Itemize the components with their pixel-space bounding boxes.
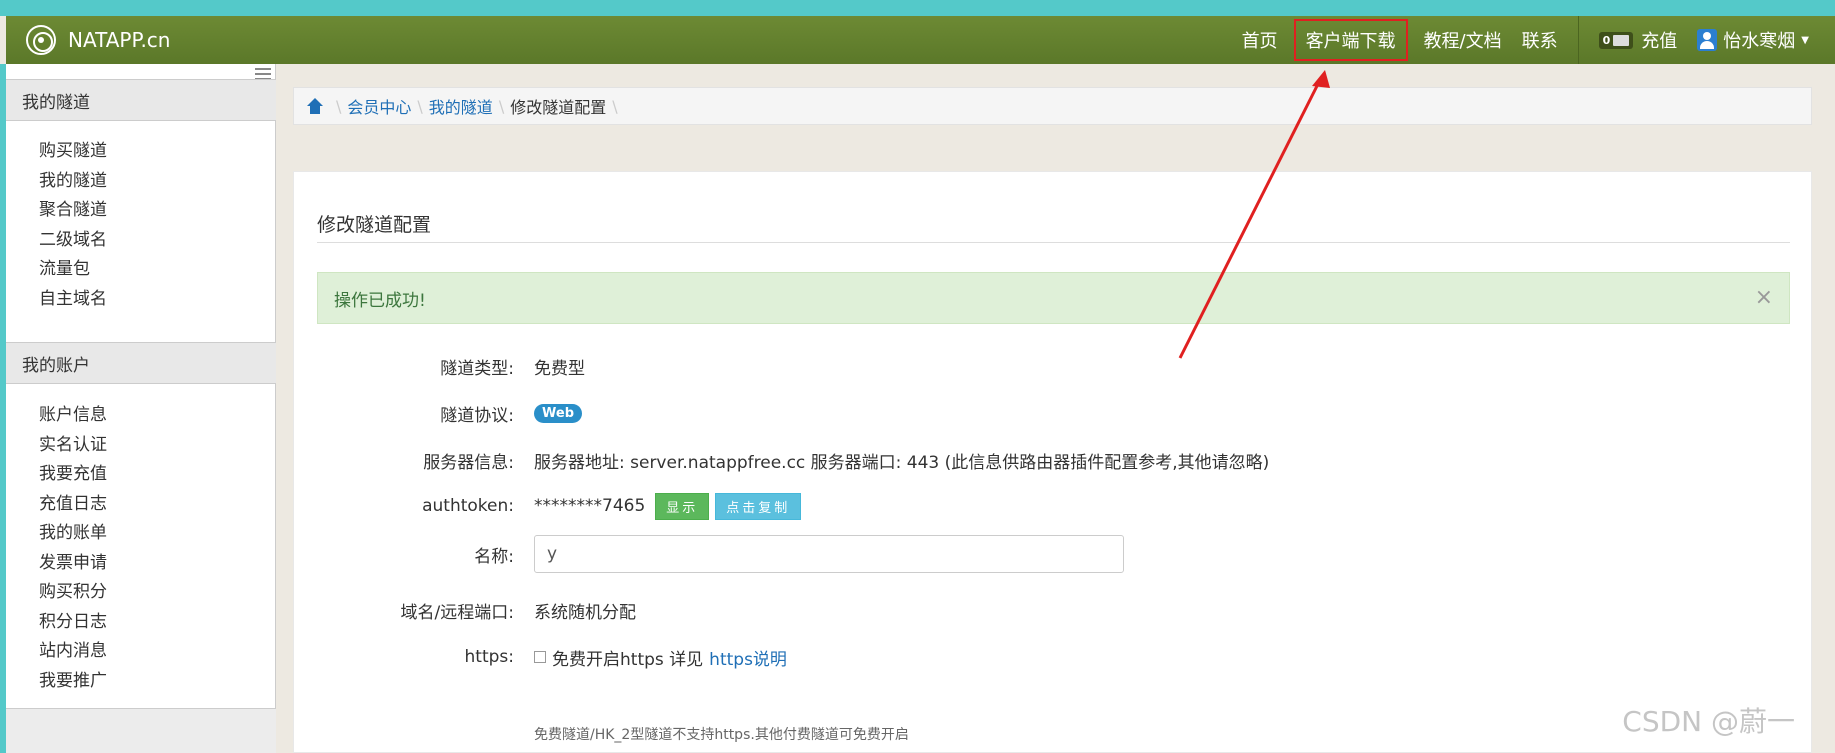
home-icon[interactable] [306, 98, 324, 114]
sidebar: 我的隧道 购买隧道 我的隧道 聚合隧道 二级域名 流量包 自主域名 我的账户 账… [6, 64, 276, 753]
user-menu[interactable]: 怡水寒烟 ▼ [1687, 16, 1835, 64]
protocol-badge: Web [534, 403, 582, 423]
breadcrumb-current: 修改隧道配置 [510, 98, 607, 117]
sidebar-section-account[interactable]: 我的账户 [6, 342, 276, 384]
watermark: CSDN @蔚一 [1622, 705, 1795, 738]
https-checkbox[interactable] [534, 651, 546, 663]
form-row-https: https: 免费开启https 详见 https说明 [294, 637, 1813, 677]
nav-recharge[interactable]: 0 充值 [1589, 16, 1688, 64]
form-row-domain: 域名/远程端口: 系统随机分配 [294, 590, 1813, 630]
authtoken-value-wrap: ********7465 显示 点击复制 [534, 492, 802, 520]
arrow-head [1312, 70, 1330, 88]
sidebar-item-points-log[interactable]: 积分日志 [39, 605, 107, 635]
sidebar-item-aggregate-tunnel[interactable]: 聚合隧道 [39, 193, 107, 223]
server-info: 服务器地址: server.natappfree.cc 服务器端口: 443 (… [534, 452, 1270, 473]
protocol-value-wrap: Web [534, 403, 582, 423]
sidebar-item-recharge[interactable]: 我要充值 [39, 457, 107, 487]
sidebar-item-traffic-pack[interactable]: 流量包 [39, 252, 107, 282]
envelope-icon [1613, 34, 1630, 46]
sidebar-account-list: 账户信息 实名认证 我要充值 充值日志 我的账单 发票申请 购买积分 积分日志 … [39, 398, 107, 693]
sidebar-tunnel-list: 购买隧道 我的隧道 聚合隧道 二级域名 流量包 自主域名 [39, 134, 107, 311]
sidebar-footer [6, 708, 276, 753]
nav-items: 首页 客户端下载 教程/文档 联系 0 充值 怡水寒烟 ▼ [1232, 16, 1835, 64]
copy-token-button[interactable]: 点击复制 [715, 492, 802, 520]
close-icon[interactable]: × [1755, 285, 1773, 310]
nav-docs[interactable]: 教程/文档 [1414, 16, 1512, 64]
server-label: 服务器信息: [423, 452, 514, 473]
mail-badge[interactable]: 0 [1598, 31, 1634, 49]
nav-home[interactable]: 首页 [1232, 16, 1288, 64]
top-navbar: NATAPP.cn 首页 客户端下载 教程/文档 联系 0 充值 怡水寒烟 ▼ [6, 16, 1835, 64]
breadcrumb-member-center[interactable]: 会员中心 [347, 94, 411, 118]
form-row-protocol: 隧道协议: Web [294, 393, 1813, 433]
alert-message: 操作已成功! [334, 290, 426, 311]
https-text: 免费开启https 详见 [552, 649, 704, 670]
sidebar-item-bills[interactable]: 我的账单 [39, 516, 107, 546]
form-row-name: 名称: [294, 534, 1813, 574]
breadcrumb-separator: \ [336, 96, 342, 116]
breadcrumb-separator: \ [498, 96, 505, 116]
mail-count: 0 [1602, 33, 1611, 47]
domain-value: 系统随机分配 [534, 602, 636, 623]
show-token-button[interactable]: 显示 [655, 492, 710, 520]
sidebar-section-tunnels[interactable]: 我的隧道 [6, 79, 276, 121]
sidebar-item-invoice[interactable]: 发票申请 [39, 546, 107, 576]
form-row-tunnel-type: 隧道类型: 免费型 [294, 346, 1813, 386]
domain-label: 域名/远程端口: [400, 602, 514, 623]
recharge-label: 充值 [1641, 31, 1678, 52]
name-field-wrap [534, 535, 1124, 573]
breadcrumb-separator: \ [612, 96, 618, 116]
breadcrumb-separator: \ [417, 96, 423, 116]
breadcrumb: \ 会员中心 \ 我的隧道 \ 修改隧道配置 \ [293, 87, 1812, 125]
sidebar-item-referral[interactable]: 我要推广 [39, 664, 107, 694]
nav-contact[interactable]: 联系 [1512, 16, 1568, 64]
https-label: https: [464, 647, 514, 667]
caret-down-icon: ▼ [1801, 34, 1809, 46]
sidebar-item-account-info[interactable]: 账户信息 [39, 398, 107, 428]
breadcrumb-my-tunnels[interactable]: 我的隧道 [429, 94, 493, 118]
sidebar-item-custom-domain[interactable]: 自主域名 [39, 282, 107, 312]
main-panel: 修改隧道配置 操作已成功! × 隧道类型: 免费型 隧道协议: Web 服务器信… [293, 171, 1812, 753]
page-title: 修改隧道配置 [317, 214, 432, 236]
form-row-authtoken: authtoken: ********7465 显示 点击复制 [294, 486, 1813, 526]
sidebar-item-my-tunnels[interactable]: 我的隧道 [39, 164, 107, 194]
user-name: 怡水寒烟 [1723, 31, 1796, 52]
authtoken-value: ********7465 [534, 496, 646, 516]
tunnel-type-label: 隧道类型: [440, 358, 514, 379]
form-row-server: 服务器信息: 服务器地址: server.natappfree.cc 服务器端口… [294, 440, 1813, 480]
natapp-logo-icon [26, 25, 56, 55]
title-divider [317, 242, 1790, 243]
authtoken-label: authtoken: [422, 496, 514, 516]
tunnel-type-value: 免费型 [534, 358, 585, 379]
https-help-text: 免费隧道/HK_2型隧道不支持https.其他付费隧道可免费开启 [534, 727, 909, 743]
brand-name: NATAPP.cn [68, 28, 171, 52]
nav-divider [1577, 16, 1579, 64]
sidebar-item-messages[interactable]: 站内消息 [39, 634, 107, 664]
https-value-wrap: 免费开启https 详见 https说明 [534, 645, 787, 670]
success-alert: 操作已成功! × [317, 272, 1790, 324]
protocol-label: 隧道协议: [440, 405, 514, 426]
https-doc-link[interactable]: https说明 [709, 645, 787, 670]
sidebar-item-recharge-log[interactable]: 充值日志 [39, 487, 107, 517]
brand[interactable]: NATAPP.cn [26, 25, 170, 55]
sidebar-item-buy-points[interactable]: 购买积分 [39, 575, 107, 605]
user-icon [1697, 29, 1718, 51]
sidebar-item-buy-tunnel[interactable]: 购买隧道 [39, 134, 107, 164]
name-label: 名称: [474, 546, 514, 567]
sidebar-item-subdomain[interactable]: 二级域名 [39, 223, 107, 253]
sidebar-item-verification[interactable]: 实名认证 [39, 428, 107, 458]
name-input[interactable] [534, 535, 1124, 573]
top-color-strip [0, 0, 1835, 16]
nav-client-download[interactable]: 客户端下载 [1293, 19, 1408, 61]
